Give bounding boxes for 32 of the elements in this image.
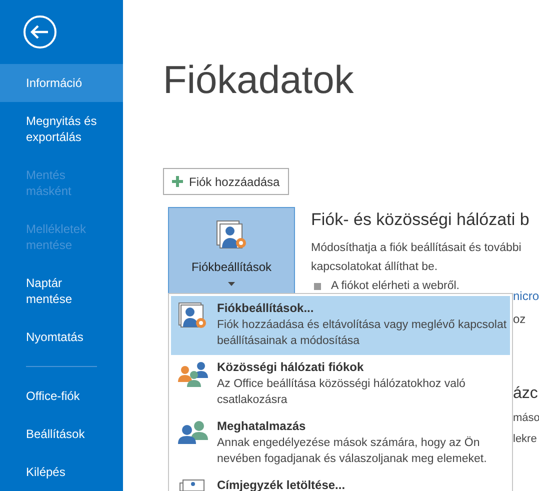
plus-icon xyxy=(172,176,183,187)
caret-icon xyxy=(228,282,235,286)
sidebar-item[interactable]: Nyomtatás xyxy=(0,318,123,356)
covered-text: oz xyxy=(513,313,526,325)
bullet-icon xyxy=(314,282,321,290)
sidebar-item[interactable]: Naptár mentése xyxy=(0,264,123,318)
sidebar-item[interactable]: Kilépés xyxy=(0,453,123,491)
page-title: Fiókadatok xyxy=(163,58,354,104)
menu-item-description: Az Office beállítása közösségi hálózatokhoz való csatlakozásra xyxy=(217,377,466,408)
address-card-icon xyxy=(179,479,207,491)
sidebar-item[interactable]: Megnyitás és exportálás xyxy=(0,102,123,156)
menu-item-description: Fiók hozzáadása és eltávolítása vagy meglévő kapcsolat beállításainak a módosítása xyxy=(217,318,507,349)
menu-item-title: Fiókbeállítások... xyxy=(217,300,315,317)
bullet-text: A fiókot elérheti a webről. xyxy=(331,278,460,294)
two-people-icon xyxy=(178,420,208,444)
sidebar-item[interactable]: Információ xyxy=(0,64,123,102)
covered-text: ázc xyxy=(513,386,538,402)
account-settings-button[interactable]: Fiókbeállítások xyxy=(168,207,295,295)
covered-text: lekre xyxy=(513,434,537,445)
people-group-icon xyxy=(178,361,208,387)
menu-item-description: Annak engedélyezése mások számára, hogy az Ön nevében fogadjanak és válaszoljanak meg elemeket. xyxy=(217,435,488,467)
section-description: Módosíthatja a fiók beállításait és további kapcsolatokat állíthat be. xyxy=(311,240,522,274)
section-heading: Fiók- és közösségi hálózati b xyxy=(311,209,530,231)
menu-item-title: Közösségi hálózati fiókok xyxy=(217,359,365,376)
sidebar-item[interactable]: Beállítások xyxy=(0,415,123,453)
sidebar-item[interactable]: Office-fiók xyxy=(0,377,123,415)
menu-item[interactable]: Fiókbeállítások... Fiók hozzáadása és eltávolítása vagy meglévő kapcsolat beállításainak a módosítása xyxy=(171,296,510,355)
covered-text: nicro xyxy=(513,290,539,302)
account-settings-icon xyxy=(216,220,248,250)
menu-item-title: Meghatalmazás xyxy=(217,418,307,435)
account-settings-icon xyxy=(178,302,208,330)
add-account-button[interactable]: Fiók hozzáadása xyxy=(163,168,289,195)
